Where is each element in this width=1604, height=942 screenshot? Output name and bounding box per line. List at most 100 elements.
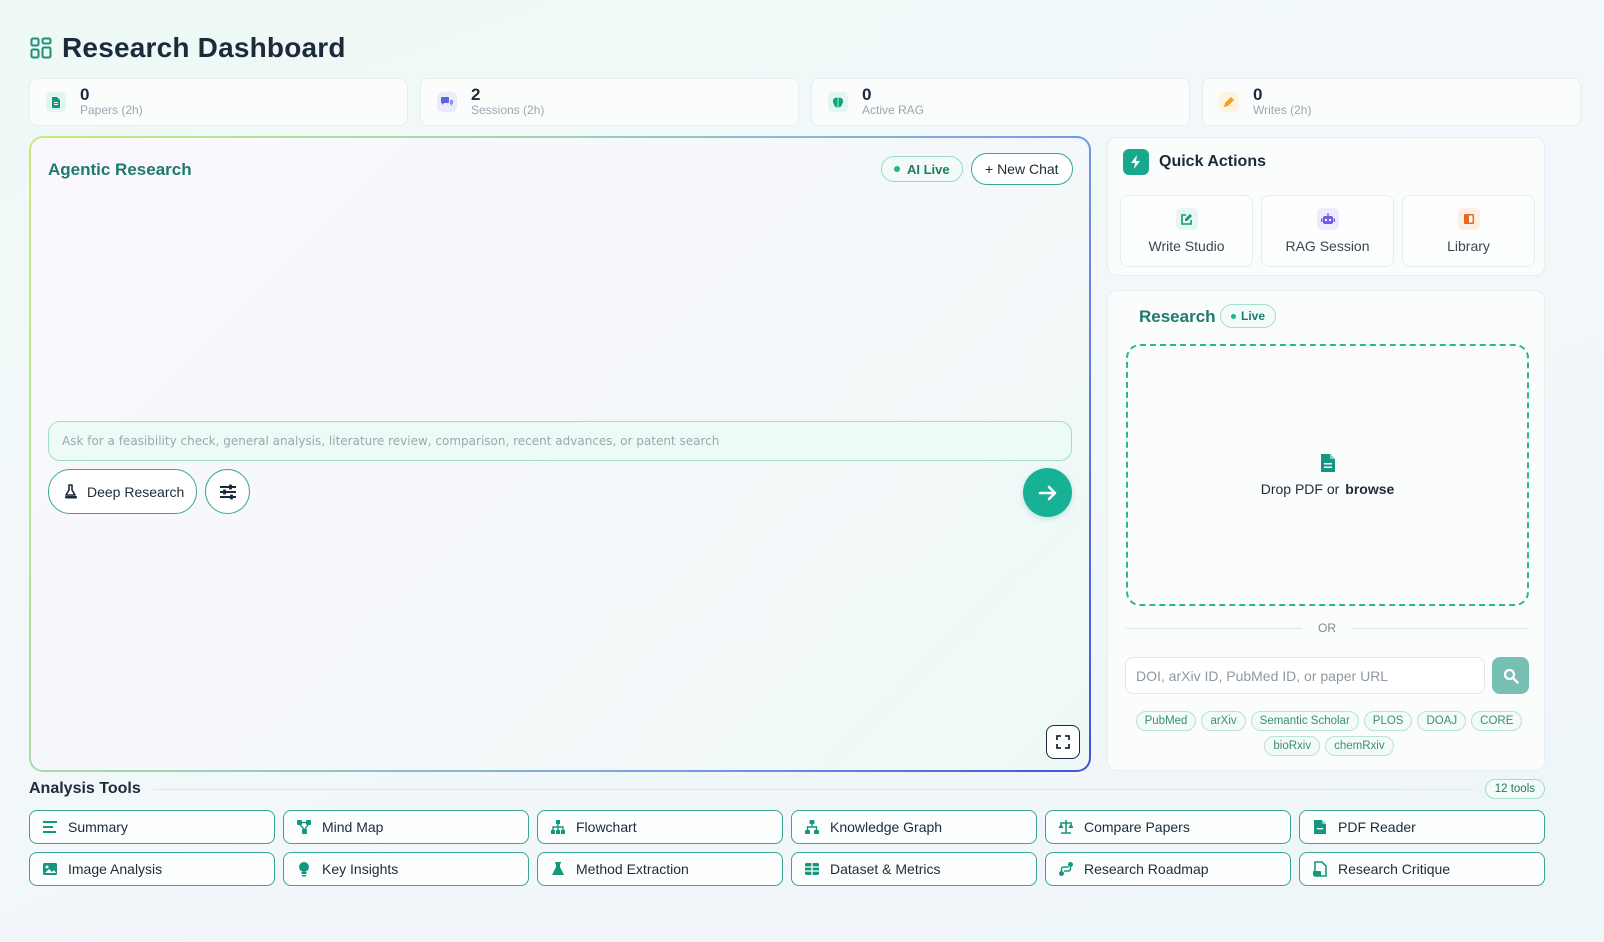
flowchart-icon bbox=[551, 820, 565, 834]
or-label: OR bbox=[1318, 621, 1336, 635]
write-studio-button[interactable]: Write Studio bbox=[1120, 195, 1253, 267]
pdf-dropzone[interactable]: Drop PDF or browse bbox=[1126, 344, 1529, 606]
chat-bubbles-icon bbox=[437, 92, 457, 112]
stat-writes: 0 Writes (2h) bbox=[1202, 78, 1581, 126]
rag-session-label: RAG Session bbox=[1285, 238, 1370, 254]
new-chat-button[interactable]: + New Chat bbox=[971, 153, 1073, 185]
settings-sliders-button[interactable] bbox=[205, 469, 250, 514]
tool-label: Dataset & Metrics bbox=[830, 861, 941, 877]
tool-label: Compare Papers bbox=[1084, 819, 1190, 835]
lightning-icon bbox=[1123, 149, 1149, 175]
tool-label: Method Extraction bbox=[576, 861, 689, 877]
source-chips: PubMed arXiv Semantic Scholar PLOS DOAJ … bbox=[1130, 711, 1528, 756]
stat-value: 0 bbox=[862, 85, 872, 104]
stat-label: Active RAG bbox=[862, 103, 925, 117]
flask-icon bbox=[552, 862, 564, 875]
analysis-tools-grid: Summary Mind Map Flowchart Knowledge Gra… bbox=[29, 810, 1545, 886]
tool-knowledge-graph[interactable]: Knowledge Graph bbox=[791, 810, 1037, 844]
tool-label: Mind Map bbox=[322, 819, 384, 835]
tool-label: Knowledge Graph bbox=[830, 819, 943, 835]
source-chip-doaj[interactable]: DOAJ bbox=[1417, 711, 1467, 731]
tool-label: Summary bbox=[68, 819, 128, 835]
analysis-tools-title: Analysis Tools bbox=[29, 780, 141, 797]
doi-search-button[interactable] bbox=[1492, 657, 1529, 694]
ai-live-label: AI Live bbox=[907, 161, 950, 177]
deep-research-icon bbox=[65, 483, 77, 498]
tool-label: Research Roadmap bbox=[1084, 861, 1209, 877]
tool-key-insights[interactable]: Key Insights bbox=[283, 852, 529, 886]
tool-dataset-metrics[interactable]: Dataset & Metrics bbox=[791, 852, 1037, 886]
stat-value: 2 bbox=[471, 85, 481, 104]
dashboard-grid-icon bbox=[30, 37, 52, 59]
tool-method-extraction[interactable]: Method Extraction bbox=[537, 852, 783, 886]
source-chip-arxiv[interactable]: arXiv bbox=[1201, 711, 1246, 731]
source-chip-core[interactable]: CORE bbox=[1471, 711, 1523, 731]
tool-summary[interactable]: Summary bbox=[29, 810, 275, 844]
tool-label: Image Analysis bbox=[68, 861, 163, 877]
research-panel: Research Live Drop PDF or browse OR DOI, … bbox=[1107, 290, 1545, 771]
stat-label: Sessions (2h) bbox=[471, 103, 545, 117]
search-icon bbox=[1503, 668, 1519, 684]
drop-text: Drop PDF or browse bbox=[1260, 481, 1395, 497]
tools-count-badge: 12 tools bbox=[1484, 779, 1545, 799]
source-chip-plos[interactable]: PLOS bbox=[1363, 711, 1413, 731]
tool-label: Research Critique bbox=[1338, 861, 1451, 877]
expand-icon bbox=[1056, 735, 1070, 749]
robot-icon bbox=[1316, 208, 1339, 230]
tool-label: Flowchart bbox=[576, 819, 637, 835]
source-chip-semantic-scholar[interactable]: Semantic Scholar bbox=[1250, 711, 1359, 731]
research-title: Research bbox=[1139, 307, 1216, 326]
agentic-research-title: Agentic Research bbox=[48, 160, 192, 179]
critique-file-icon bbox=[1313, 861, 1327, 877]
tool-research-critique[interactable]: Research Critique bbox=[1299, 852, 1545, 886]
stat-active-rag: 0 Active RAG bbox=[811, 78, 1190, 126]
live-label: Live bbox=[1241, 309, 1266, 323]
route-icon bbox=[1059, 862, 1073, 876]
tool-label: PDF Reader bbox=[1338, 819, 1416, 835]
live-dot-icon bbox=[1231, 313, 1236, 319]
or-divider: OR bbox=[1125, 621, 1529, 635]
doi-input[interactable]: DOI, arXiv ID, PubMed ID, or paper URL bbox=[1125, 657, 1485, 694]
send-button[interactable] bbox=[1023, 468, 1072, 517]
edit-icon bbox=[1175, 208, 1198, 230]
source-chip-pubmed[interactable]: PubMed bbox=[1135, 711, 1197, 731]
table-icon bbox=[805, 863, 819, 875]
library-button[interactable]: Library bbox=[1402, 195, 1535, 267]
analysis-tools-header: Analysis Tools 12 tools bbox=[29, 779, 1545, 799]
pencil-icon bbox=[1219, 92, 1239, 112]
scale-icon bbox=[1058, 820, 1074, 834]
tool-compare-papers[interactable]: Compare Papers bbox=[1045, 810, 1291, 844]
stat-sessions: 2 Sessions (2h) bbox=[420, 78, 799, 126]
stat-label: Writes (2h) bbox=[1253, 103, 1312, 117]
arrow-right-icon bbox=[1038, 485, 1056, 500]
expand-button[interactable] bbox=[1046, 725, 1080, 759]
ai-live-badge: AI Live bbox=[881, 156, 963, 182]
tool-mind-map[interactable]: Mind Map bbox=[283, 810, 529, 844]
deep-research-button[interactable]: Deep Research bbox=[48, 469, 198, 514]
rag-session-button[interactable]: RAG Session bbox=[1261, 195, 1394, 267]
stat-value: 0 bbox=[80, 85, 90, 104]
paper-icon bbox=[46, 92, 66, 112]
tool-research-roadmap[interactable]: Research Roadmap bbox=[1045, 852, 1291, 886]
research-prompt-input[interactable]: Ask for a feasibility check, general ana… bbox=[48, 421, 1072, 461]
page-header: Research Dashboard bbox=[30, 32, 346, 64]
live-dot-icon bbox=[894, 166, 900, 172]
stat-value: 0 bbox=[1253, 85, 1263, 104]
pdf-file-icon bbox=[1314, 820, 1326, 834]
tool-label: Key Insights bbox=[322, 861, 399, 877]
stats-row: 0 Papers (2h) 2 Sessions (2h) 0 Active R… bbox=[29, 78, 1581, 126]
quick-actions-title: Quick Actions bbox=[1159, 153, 1266, 170]
tool-pdf-reader[interactable]: PDF Reader bbox=[1299, 810, 1545, 844]
tool-flowchart[interactable]: Flowchart bbox=[537, 810, 783, 844]
browse-link[interactable]: browse bbox=[1345, 481, 1394, 497]
tool-image-analysis[interactable]: Image Analysis bbox=[29, 852, 275, 886]
source-chip-chemrxiv[interactable]: chemRxiv bbox=[1325, 736, 1394, 756]
knowledge-graph-icon bbox=[805, 820, 819, 834]
book-icon bbox=[1457, 208, 1480, 230]
page-title: Research Dashboard bbox=[62, 32, 346, 63]
source-chip-biorxiv[interactable]: bioRxiv bbox=[1264, 736, 1321, 756]
document-icon bbox=[1320, 454, 1335, 472]
stat-label: Papers (2h) bbox=[80, 103, 143, 117]
quick-actions-panel: Quick Actions Write Studio RAG Session L… bbox=[1107, 137, 1545, 276]
summary-lines-icon bbox=[43, 821, 57, 833]
